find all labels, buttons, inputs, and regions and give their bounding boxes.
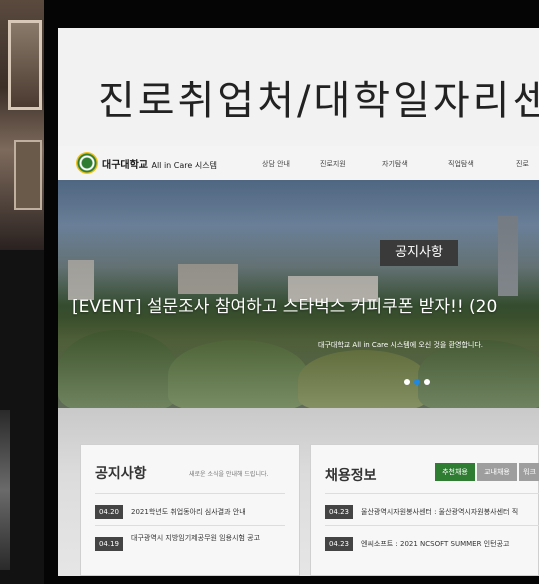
notice-date: 04.20: [95, 505, 123, 519]
slide-dot-1[interactable]: [404, 379, 410, 385]
logo-name: 대구대학교: [102, 160, 148, 171]
hero-subtitle: 대구대학교 All in Care 시스템에 오신 것을 환영합니다.: [318, 341, 483, 349]
divider: [325, 493, 539, 494]
slide-indicators: [404, 370, 434, 385]
photo-stage: 진로취업처/대학일자리센 대구대학교 All in Care 시스템 상담 안내…: [0, 0, 539, 584]
notice-panel: 공지사항 새로운 소식을 안내해 드립니다. 04.20 2021학년도 취업동…: [80, 444, 300, 576]
nav-item-self-exploration[interactable]: 자기탐색: [382, 159, 408, 169]
notice-text[interactable]: 2021학년도 취업동아리 심사결과 안내: [131, 507, 246, 517]
nav-item-career-support[interactable]: 진로지원: [320, 159, 346, 169]
jobs-panel: 채용정보 추천채용 교내채용 워크 04.23 울산광역시자원봉사센터 : 울산…: [310, 444, 539, 576]
jobs-tabs: 추천채용 교내채용 워크: [435, 463, 539, 481]
slide-dot-2[interactable]: [414, 379, 420, 385]
notice-date: 04.19: [95, 537, 123, 551]
divider: [325, 525, 539, 526]
wall-picture-frame: [8, 20, 42, 110]
tab-work[interactable]: 워크: [519, 463, 539, 481]
wall-picture-frame-lower: [14, 140, 42, 210]
page-title: 진로취업처/대학일자리센: [98, 78, 539, 124]
notice-title: 공지사항: [95, 466, 147, 482]
notice-subtitle: 새로운 소식을 안내해 드립니다.: [189, 471, 269, 478]
site-logo[interactable]: 대구대학교 All in Care 시스템: [102, 156, 217, 171]
hero-banner[interactable]: 공지사항 [EVENT] 설문조사 참여하고 스타벅스 커피쿠폰 받자!! (2…: [58, 180, 539, 408]
light-glare: [0, 410, 10, 570]
divider: [95, 493, 285, 494]
logo-sub: All in Care 시스템: [151, 161, 217, 170]
divider: [95, 525, 285, 526]
notice-badge[interactable]: 공지사항: [380, 240, 458, 266]
jobs-title: 채용정보: [325, 468, 377, 484]
job-date: 04.23: [325, 505, 353, 519]
tab-recommended[interactable]: 추천채용: [435, 463, 475, 481]
university-logo-icon[interactable]: [76, 152, 98, 174]
monitor-screen: 진로취업처/대학일자리센 대구대학교 All in Care 시스템 상담 안내…: [58, 28, 539, 576]
nav-item-counseling[interactable]: 상담 안내: [262, 159, 290, 169]
hero-headline[interactable]: [EVENT] 설문조사 참여하고 스타벅스 커피쿠폰 받자!! (20: [72, 292, 497, 317]
job-date: 04.23: [325, 537, 353, 551]
tab-campus[interactable]: 교내채용: [477, 463, 517, 481]
job-text[interactable]: 엔씨소프트 : 2021 NCSOFT SUMMER 인턴공고: [361, 539, 509, 549]
content-section: 공지사항 새로운 소식을 안내해 드립니다. 04.20 2021학년도 취업동…: [58, 408, 539, 576]
job-text[interactable]: 울산광역시자원봉사센터 : 울산광역시자원봉사센터 직: [361, 507, 518, 517]
nav-item-job-exploration[interactable]: 직업탐색: [448, 159, 474, 169]
notice-text[interactable]: 대구광역시 지방임기제공무원 임용시험 공고: [131, 534, 271, 543]
slide-dot-3[interactable]: [424, 379, 430, 385]
site-header: 대구대학교 All in Care 시스템 상담 안내 진로지원 자기탐색 직업…: [58, 146, 539, 180]
nav-item-career[interactable]: 진로: [516, 159, 529, 169]
